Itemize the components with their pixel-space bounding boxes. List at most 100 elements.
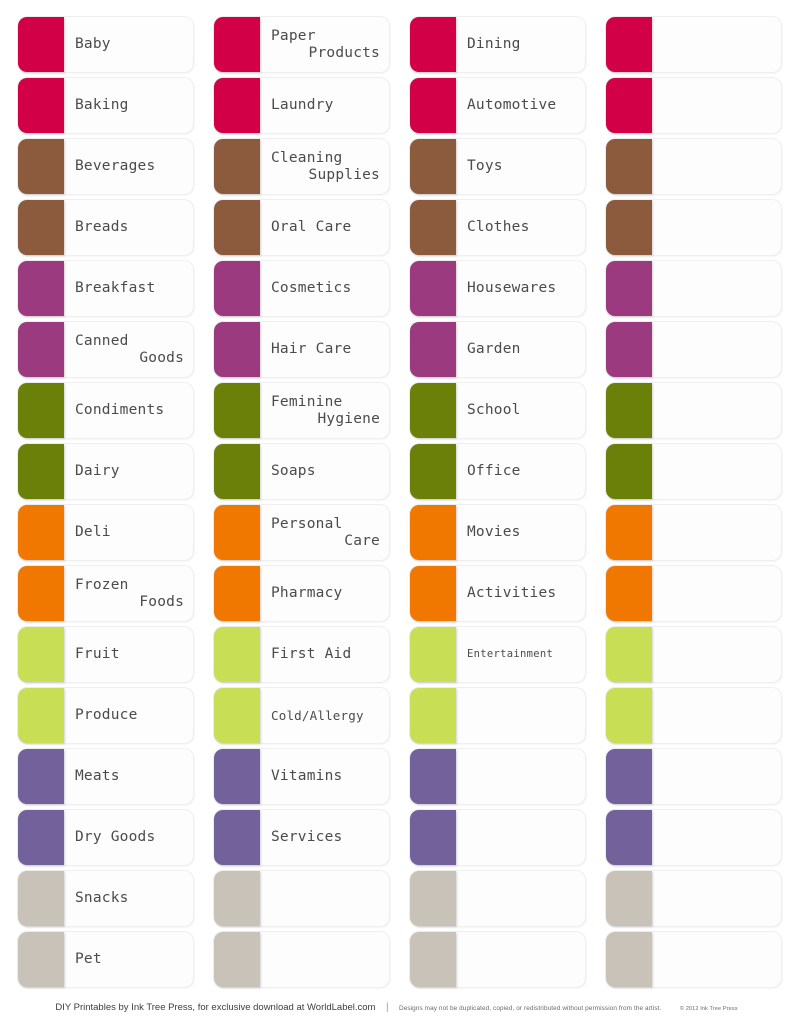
label-text-area[interactable] xyxy=(652,200,781,255)
label-text-area[interactable]: Feminine Hygiene xyxy=(260,383,389,438)
label-text-area[interactable]: Soaps xyxy=(260,444,389,499)
label-card[interactable]: Hair Care xyxy=(214,322,389,377)
label-card[interactable]: Breakfast xyxy=(18,261,193,316)
label-card[interactable] xyxy=(606,810,781,865)
label-text-area[interactable]: Produce xyxy=(64,688,193,743)
label-card[interactable]: School xyxy=(410,383,585,438)
label-card[interactable]: Paper Products xyxy=(214,17,389,72)
label-card[interactable] xyxy=(214,871,389,926)
label-card[interactable] xyxy=(606,17,781,72)
label-card[interactable]: Office xyxy=(410,444,585,499)
label-text-area[interactable]: Hair Care xyxy=(260,322,389,377)
label-text-area[interactable]: Garden xyxy=(456,322,585,377)
label-card[interactable]: Snacks xyxy=(18,871,193,926)
label-text-area[interactable]: Baby xyxy=(64,17,193,72)
label-text-area[interactable]: Office xyxy=(456,444,585,499)
label-text-area[interactable] xyxy=(456,810,585,865)
label-text-area[interactable] xyxy=(652,932,781,987)
label-card[interactable]: Dry Goods xyxy=(18,810,193,865)
label-text-area[interactable]: Movies xyxy=(456,505,585,560)
label-card[interactable]: Baby xyxy=(18,17,193,72)
label-text-area[interactable] xyxy=(260,932,389,987)
label-card[interactable]: Meats xyxy=(18,749,193,804)
label-card[interactable] xyxy=(606,444,781,499)
label-text-area[interactable]: Oral Care xyxy=(260,200,389,255)
label-text-area[interactable] xyxy=(456,932,585,987)
label-text-area[interactable]: Dining xyxy=(456,17,585,72)
label-text-area[interactable]: Activities xyxy=(456,566,585,621)
label-text-area[interactable] xyxy=(652,139,781,194)
label-card[interactable]: Garden xyxy=(410,322,585,377)
label-text-area[interactable]: Housewares xyxy=(456,261,585,316)
label-text-area[interactable]: Clothes xyxy=(456,200,585,255)
label-card[interactable]: Services xyxy=(214,810,389,865)
label-card[interactable]: Frozen Foods xyxy=(18,566,193,621)
label-text-area[interactable] xyxy=(652,78,781,133)
label-card[interactable]: Produce xyxy=(18,688,193,743)
label-card[interactable]: First Aid xyxy=(214,627,389,682)
label-text-area[interactable]: Breads xyxy=(64,200,193,255)
label-card[interactable] xyxy=(606,200,781,255)
label-text-area[interactable]: Dry Goods xyxy=(64,810,193,865)
label-card[interactable]: Entertainment xyxy=(410,627,585,682)
label-text-area[interactable] xyxy=(652,627,781,682)
label-text-area[interactable]: Laundry xyxy=(260,78,389,133)
label-text-area[interactable]: Pet xyxy=(64,932,193,987)
label-text-area[interactable]: Snacks xyxy=(64,871,193,926)
label-card[interactable]: Vitamins xyxy=(214,749,389,804)
label-card[interactable]: Laundry xyxy=(214,78,389,133)
label-text-area[interactable]: Toys xyxy=(456,139,585,194)
label-card[interactable]: Canned Goods xyxy=(18,322,193,377)
label-text-area[interactable]: Condiments xyxy=(64,383,193,438)
label-card[interactable] xyxy=(606,627,781,682)
label-card[interactable] xyxy=(606,505,781,560)
label-text-area[interactable] xyxy=(260,871,389,926)
label-card[interactable] xyxy=(606,566,781,621)
label-text-area[interactable]: First Aid xyxy=(260,627,389,682)
label-card[interactable]: Fruit xyxy=(18,627,193,682)
label-card[interactable]: Condiments xyxy=(18,383,193,438)
label-text-area[interactable]: Cold/Allergy xyxy=(260,688,389,743)
label-text-area[interactable]: Services xyxy=(260,810,389,865)
label-card[interactable] xyxy=(606,932,781,987)
label-text-area[interactable]: School xyxy=(456,383,585,438)
label-text-area[interactable]: Frozen Foods xyxy=(64,566,193,621)
label-card[interactable] xyxy=(606,261,781,316)
label-card[interactable] xyxy=(410,871,585,926)
label-text-area[interactable] xyxy=(652,871,781,926)
label-text-area[interactable]: Vitamins xyxy=(260,749,389,804)
label-text-area[interactable]: Fruit xyxy=(64,627,193,682)
label-card[interactable]: Oral Care xyxy=(214,200,389,255)
label-card[interactable] xyxy=(410,810,585,865)
label-text-area[interactable] xyxy=(652,17,781,72)
label-card[interactable]: Cosmetics xyxy=(214,261,389,316)
label-text-area[interactable] xyxy=(456,749,585,804)
label-text-area[interactable]: Personal Care xyxy=(260,505,389,560)
label-card[interactable]: Feminine Hygiene xyxy=(214,383,389,438)
label-card[interactable]: Cleaning Supplies xyxy=(214,139,389,194)
label-text-area[interactable]: Cleaning Supplies xyxy=(260,139,389,194)
label-text-area[interactable]: Entertainment xyxy=(456,627,585,682)
label-text-area[interactable]: Pharmacy xyxy=(260,566,389,621)
label-card[interactable]: Housewares xyxy=(410,261,585,316)
label-card[interactable]: Baking xyxy=(18,78,193,133)
label-text-area[interactable]: Beverages xyxy=(64,139,193,194)
label-text-area[interactable] xyxy=(456,688,585,743)
label-text-area[interactable]: Paper Products xyxy=(260,17,389,72)
label-text-area[interactable]: Deli xyxy=(64,505,193,560)
label-text-area[interactable] xyxy=(652,566,781,621)
label-card[interactable]: Soaps xyxy=(214,444,389,499)
label-card[interactable]: Clothes xyxy=(410,200,585,255)
label-text-area[interactable]: Dairy xyxy=(64,444,193,499)
label-text-area[interactable] xyxy=(652,810,781,865)
label-card[interactable]: Beverages xyxy=(18,139,193,194)
label-text-area[interactable]: Meats xyxy=(64,749,193,804)
label-card[interactable]: Deli xyxy=(18,505,193,560)
label-text-area[interactable] xyxy=(652,749,781,804)
label-card[interactable] xyxy=(606,749,781,804)
label-text-area[interactable]: Cosmetics xyxy=(260,261,389,316)
label-text-area[interactable] xyxy=(652,322,781,377)
label-card[interactable]: Pharmacy xyxy=(214,566,389,621)
label-card[interactable]: Personal Care xyxy=(214,505,389,560)
label-text-area[interactable]: Canned Goods xyxy=(64,322,193,377)
